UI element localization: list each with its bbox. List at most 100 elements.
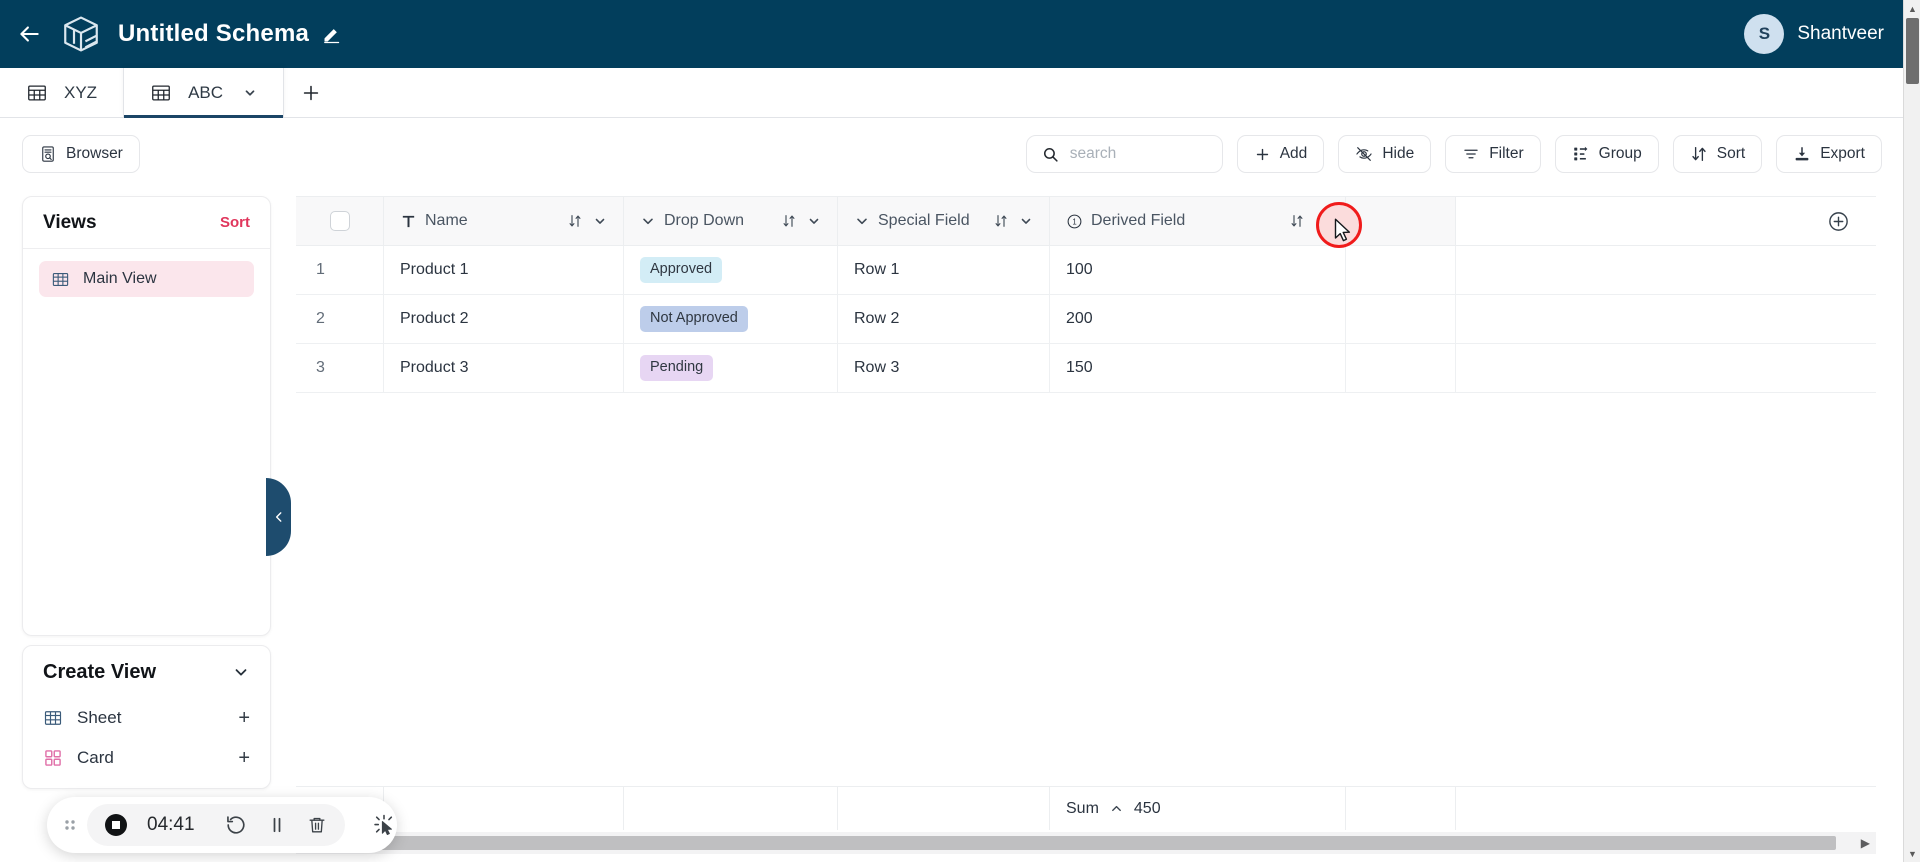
- select-all-header: [296, 197, 384, 245]
- vertical-scrollbar-thumb[interactable]: [1906, 18, 1919, 84]
- views-title: Views: [43, 211, 97, 233]
- data-grid: Name Drop Down Special Field 1 Derived F…: [296, 196, 1876, 796]
- select-all-checkbox[interactable]: [329, 211, 350, 231]
- grid-header-row: Name Drop Down Special Field 1 Derived F…: [296, 196, 1876, 246]
- sidebar-item-main-view[interactable]: Main View: [39, 261, 254, 297]
- cell-name[interactable]: Product 2: [384, 295, 624, 343]
- search-icon: [1042, 146, 1059, 163]
- chevron-up-icon[interactable]: [1109, 801, 1124, 816]
- cell-drop-down[interactable]: Approved: [624, 246, 838, 294]
- cell-name[interactable]: Product 3: [384, 344, 624, 392]
- chevron-down-icon: [854, 213, 870, 229]
- cell-empty: [1456, 295, 1876, 343]
- column-header-derived-field[interactable]: 1 Derived Field: [1050, 197, 1346, 245]
- sort-icon: [1690, 145, 1708, 163]
- status-badge: Pending: [640, 355, 714, 381]
- row-index: 2: [296, 295, 384, 343]
- text-type-icon: [400, 213, 417, 230]
- user-name: Shantveer: [1797, 23, 1884, 44]
- create-sheet-row[interactable]: Sheet +: [23, 698, 270, 738]
- horizontal-scrollbar-thumb[interactable]: [298, 836, 1836, 850]
- avatar: S: [1744, 14, 1785, 54]
- chevron-down-icon[interactable]: [807, 214, 821, 228]
- chevron-down-icon[interactable]: [593, 214, 607, 228]
- cell-derived-field[interactable]: 100: [1050, 246, 1346, 294]
- agg-cell-derived-field[interactable]: Sum 450: [1050, 787, 1346, 830]
- click-highlight-icon[interactable]: [373, 814, 395, 836]
- column-header-drop-down[interactable]: Drop Down: [624, 197, 838, 245]
- plus-circle-icon[interactable]: [1827, 210, 1850, 233]
- table-row[interactable]: 3 Product 3 Pending Row 3 150: [296, 344, 1876, 393]
- chevron-down-icon[interactable]: [243, 86, 257, 100]
- sort-arrows-icon[interactable]: [1289, 213, 1305, 229]
- sort-arrows-icon[interactable]: [993, 213, 1009, 229]
- sort-button[interactable]: Sort: [1672, 135, 1763, 173]
- cell-derived-field[interactable]: 150: [1050, 344, 1346, 392]
- caret-up-icon[interactable]: ▲: [1904, 0, 1920, 17]
- recording-toolbar: 04:41: [47, 797, 397, 853]
- app-header: Untitled Schema S Shantveer: [0, 0, 1920, 68]
- sort-arrows-icon[interactable]: [781, 213, 797, 229]
- sidebar-item-label: Main View: [83, 270, 157, 287]
- group-button[interactable]: Group: [1554, 135, 1659, 173]
- cell-derived-field[interactable]: 200: [1050, 295, 1346, 343]
- tab-xyz[interactable]: XYZ: [0, 68, 123, 117]
- create-card-row[interactable]: Card +: [23, 738, 270, 778]
- chevron-down-icon[interactable]: [232, 663, 250, 681]
- add-card-view-button[interactable]: +: [238, 747, 250, 770]
- cell-special-field[interactable]: Row 1: [838, 246, 1050, 294]
- cell-drop-down[interactable]: Not Approved: [624, 295, 838, 343]
- search-input[interactable]: [1069, 145, 1207, 163]
- cell-drop-down[interactable]: Pending: [624, 344, 838, 392]
- page-title: Untitled Schema: [118, 20, 310, 47]
- views-sort-button[interactable]: Sort: [220, 214, 250, 231]
- browser-button[interactable]: Browser: [22, 135, 140, 173]
- stop-record-icon[interactable]: [105, 814, 127, 836]
- tab-abc[interactable]: ABC: [123, 68, 285, 118]
- column-header-spacer: [1346, 197, 1456, 245]
- chevron-down-icon[interactable]: [1019, 214, 1033, 228]
- column-header-label: Drop Down: [664, 212, 745, 229]
- caret-down-icon[interactable]: ▼: [1904, 845, 1920, 862]
- caret-right-icon[interactable]: ▶: [1861, 836, 1870, 850]
- sort-arrows-icon[interactable]: [567, 213, 583, 229]
- table-row[interactable]: 1 Product 1 Approved Row 1 100: [296, 246, 1876, 295]
- pause-icon[interactable]: [267, 815, 287, 835]
- agg-cell-special-field[interactable]: [838, 787, 1050, 830]
- create-view-header[interactable]: Create View: [23, 646, 270, 698]
- sidebar-collapse-handle[interactable]: [266, 478, 291, 556]
- vertical-scrollbar[interactable]: ▲ ▼: [1903, 0, 1920, 862]
- drag-dots-icon[interactable]: [63, 816, 77, 834]
- agg-cell-drop-down[interactable]: [624, 787, 838, 830]
- grid-body: 1 Product 1 Approved Row 1 100 2 Product…: [296, 246, 1876, 393]
- restart-icon[interactable]: [225, 814, 247, 836]
- user-menu[interactable]: S Shantveer: [1744, 0, 1884, 68]
- back-arrow-icon[interactable]: [12, 17, 46, 51]
- pencil-icon[interactable]: [321, 23, 343, 45]
- plus-icon: [1254, 146, 1271, 163]
- svg-text:1: 1: [1072, 217, 1076, 226]
- add-button[interactable]: Add: [1236, 135, 1325, 173]
- mouse-pointer-icon: [1334, 218, 1354, 244]
- recording-timer: 04:41: [147, 814, 195, 835]
- row-index: 3: [296, 344, 384, 392]
- tab-label: ABC: [188, 82, 224, 102]
- table-row[interactable]: 2 Product 2 Not Approved Row 2 200: [296, 295, 1876, 344]
- agg-cell-name[interactable]: [384, 787, 624, 830]
- cell-special-field[interactable]: Row 3: [838, 344, 1050, 392]
- hide-button[interactable]: Hide: [1338, 135, 1432, 173]
- search-box[interactable]: [1025, 135, 1223, 173]
- add-sheet-button[interactable]: [284, 68, 338, 117]
- filter-button[interactable]: Filter: [1445, 135, 1541, 173]
- views-panel-header: Views Sort: [23, 197, 270, 249]
- trash-icon[interactable]: [307, 815, 327, 835]
- cell-name[interactable]: Product 1: [384, 246, 624, 294]
- horizontal-scrollbar[interactable]: ▶: [296, 832, 1876, 854]
- cell-special-field[interactable]: Row 2: [838, 295, 1050, 343]
- add-sheet-view-button[interactable]: +: [238, 707, 250, 730]
- export-button[interactable]: Export: [1776, 135, 1882, 173]
- download-icon: [1793, 145, 1811, 163]
- chevron-down-icon: [640, 213, 656, 229]
- column-header-special-field[interactable]: Special Field: [838, 197, 1050, 245]
- column-header-name[interactable]: Name: [384, 197, 624, 245]
